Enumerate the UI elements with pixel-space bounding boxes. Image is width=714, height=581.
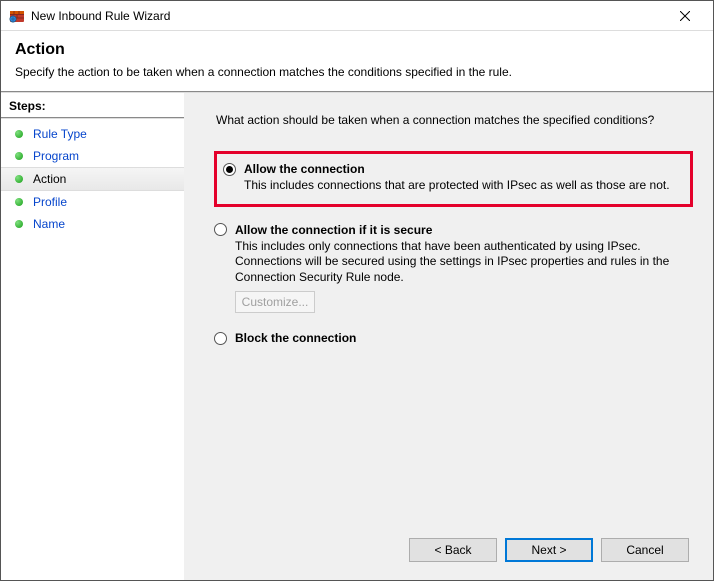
header: Action Specify the action to be taken wh…	[1, 31, 713, 91]
radio-allow-secure-row[interactable]: Allow the connection if it is secure	[214, 223, 693, 237]
body: Steps: Rule Type Program Action Profile …	[1, 93, 713, 580]
option-desc: This includes only connections that have…	[235, 239, 675, 286]
step-label: Program	[33, 149, 79, 163]
wizard-window: New Inbound Rule Wizard Action Specify t…	[0, 0, 714, 581]
step-program[interactable]: Program	[1, 145, 184, 167]
cancel-button[interactable]: Cancel	[601, 538, 689, 562]
bullet-icon	[15, 152, 23, 160]
step-label: Name	[33, 217, 65, 231]
customize-button: Customize...	[235, 291, 315, 313]
bullet-icon	[15, 130, 23, 138]
bullet-icon	[15, 220, 23, 228]
window-title: New Inbound Rule Wizard	[31, 9, 665, 23]
bullet-icon	[15, 198, 23, 206]
option-desc: This includes connections that are prote…	[244, 178, 680, 194]
steps-heading: Steps:	[1, 99, 184, 119]
close-button[interactable]	[665, 2, 705, 30]
step-rule-type[interactable]: Rule Type	[1, 123, 184, 145]
radio-block-row[interactable]: Block the connection	[214, 331, 693, 345]
footer: < Back Next > Cancel	[204, 528, 693, 570]
option-group: Allow the connection This includes conne…	[214, 151, 693, 363]
next-button[interactable]: Next >	[505, 538, 593, 562]
step-label: Action	[33, 172, 66, 186]
option-label: Block the connection	[235, 331, 356, 345]
option-label: Allow the connection if it is secure	[235, 223, 432, 237]
firewall-icon	[9, 8, 25, 24]
prompt-text: What action should be taken when a conne…	[216, 113, 693, 127]
option-label: Allow the connection	[244, 162, 365, 176]
page-title: Action	[15, 41, 699, 59]
option-allow: Allow the connection This includes conne…	[223, 162, 680, 194]
radio-allow[interactable]	[223, 163, 236, 176]
step-action[interactable]: Action	[1, 167, 184, 191]
radio-block[interactable]	[214, 332, 227, 345]
sidebar: Steps: Rule Type Program Action Profile …	[1, 93, 184, 580]
step-label: Rule Type	[33, 127, 87, 141]
content-pane: What action should be taken when a conne…	[184, 93, 713, 580]
bullet-icon	[15, 175, 23, 183]
radio-allow-secure[interactable]	[214, 223, 227, 236]
highlight-annotation: Allow the connection This includes conne…	[214, 151, 693, 207]
step-name[interactable]: Name	[1, 213, 184, 235]
option-allow-secure: Allow the connection if it is secure Thi…	[214, 223, 693, 314]
titlebar: New Inbound Rule Wizard	[1, 1, 713, 31]
option-block: Block the connection	[214, 331, 693, 345]
step-label: Profile	[33, 195, 67, 209]
step-profile[interactable]: Profile	[1, 191, 184, 213]
back-button[interactable]: < Back	[409, 538, 497, 562]
page-subtitle: Specify the action to be taken when a co…	[15, 65, 699, 79]
radio-allow-row[interactable]: Allow the connection	[223, 162, 680, 176]
